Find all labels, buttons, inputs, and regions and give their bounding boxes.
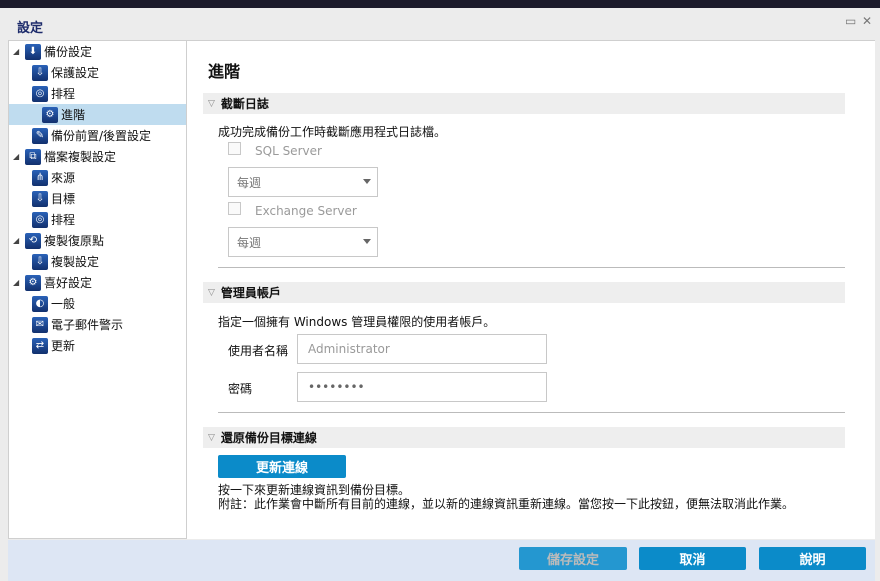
expand-toggle-icon[interactable]: ◢ (13, 278, 25, 287)
expand-toggle-icon[interactable]: ◢ (13, 236, 25, 245)
sidebar-item[interactable]: ⇩ 保護設定 (32, 62, 99, 83)
divider (218, 267, 845, 268)
sql-server-checkbox[interactable] (228, 142, 241, 155)
footer: 儲存設定 取消 說明 (8, 540, 875, 581)
sidebar-item[interactable]: ✉ 電子郵件警示 (32, 314, 123, 335)
tree-item-icon: ⟲ (25, 232, 41, 249)
sidebar-item-label: 複製設定 (51, 255, 100, 269)
tree-item-icon: ⇩ (32, 253, 48, 270)
section-header: 還原備份目標連線 (220, 431, 317, 445)
expand-toggle-icon[interactable]: ◢ (13, 47, 25, 56)
section-header: 截斷日誌 (220, 97, 269, 111)
sidebar-item-label: 保護設定 (51, 66, 100, 80)
sidebar-item-label: 更新 (51, 339, 76, 353)
sidebar-item-label: 備份設定 (44, 45, 93, 59)
exchange-frequency-select[interactable]: 每週 (228, 227, 378, 257)
cancel-button[interactable]: 取消 (639, 547, 746, 570)
tree-item-icon: ◎ (32, 211, 48, 228)
tree-item-icon: ⚙ (25, 274, 41, 291)
tree-item-icon: ⋔ (32, 169, 48, 186)
select-value: 每週 (237, 175, 262, 190)
sidebar-item[interactable]: ◎ 排程 (32, 83, 75, 104)
exchange-server-label: Exchange Server (255, 204, 357, 218)
sidebar-item-label: 電子郵件警示 (51, 318, 124, 332)
sidebar-item[interactable]: ◎ 排程 (32, 209, 75, 230)
sidebar-item[interactable]: ✎ 備份前置/後置設定 (32, 125, 151, 146)
page-title: 進階 (208, 62, 241, 81)
password-label: 密碼 (228, 382, 253, 396)
tree-item-icon: ✉ (32, 316, 48, 333)
tree-item-icon: ◎ (32, 85, 48, 102)
section-admin-account[interactable]: ▽ 管理員帳戶 (203, 282, 845, 303)
sql-frequency-select[interactable]: 每週 (228, 167, 378, 197)
section-restore-connection[interactable]: ▽ 還原備份目標連線 (203, 427, 845, 448)
sidebar-item[interactable]: ⋔ 來源 (32, 167, 75, 188)
tree-item-icon: ✎ (32, 127, 48, 144)
tree-item-icon: ⧉ (25, 148, 41, 165)
tree-item-icon: ◐ (32, 295, 48, 312)
password-input[interactable]: •••••••• (297, 372, 547, 402)
chevron-down-icon (363, 239, 371, 244)
truncate-description: 成功完成備份工作時截斷應用程式日誌檔。 (218, 125, 447, 139)
collapse-icon: ▽ (208, 287, 215, 298)
sidebar-item[interactable]: ⇩ 複製設定 (32, 251, 99, 272)
username-label: 使用者名稱 (228, 344, 289, 358)
sidebar-item-label: 排程 (51, 87, 76, 101)
expand-toggle-icon[interactable]: ◢ (13, 152, 25, 161)
admin-description: 指定一個擁有 Windows 管理員權限的使用者帳戶。 (218, 315, 496, 329)
sidebar-item-label: 備份前置/後置設定 (51, 129, 152, 143)
sidebar-item-label: 一般 (51, 297, 76, 311)
section-header: 管理員帳戶 (220, 286, 281, 300)
chevron-down-icon (363, 179, 371, 184)
sidebar-item[interactable]: ◢ ⚙ 喜好設定 (13, 272, 92, 293)
update-connection-button[interactable]: 更新連線 (218, 455, 346, 478)
tree-item-icon: ⬇ (25, 43, 41, 60)
sidebar-item[interactable]: ◐ 一般 (32, 293, 75, 314)
divider (218, 412, 845, 413)
sidebar-item[interactable]: ⇩ 目標 (32, 188, 75, 209)
save-settings-button[interactable]: 儲存設定 (519, 547, 627, 570)
sidebar-item-label: 目標 (51, 192, 76, 206)
sidebar-item-label: 檔案複製設定 (44, 150, 117, 164)
collapse-icon: ▽ (208, 98, 215, 109)
sidebar-item-label: 排程 (51, 213, 76, 227)
sidebar-item-label: 喜好設定 (44, 276, 93, 290)
top-bar (0, 0, 880, 8)
sidebar-item[interactable]: ◢ ⬇ 備份設定 (13, 41, 92, 62)
username-input[interactable]: Administrator (297, 334, 547, 364)
main-panel: 進階 ▽ 截斷日誌 成功完成備份工作時截斷應用程式日誌檔。 SQL Server … (187, 40, 875, 539)
sidebar-item[interactable]: ◢ ⟲ 複製復原點 (13, 230, 104, 251)
select-value: 每週 (237, 235, 262, 250)
settings-tree: ◢ ⬇ 備份設定 ⇩ 保護設定 ◎ 排程 ⚙ 進階 ✎ 備份前置/後置設定 ◢ ⧉ 檔案複製設定 ⋔ 來源 ⇩ 目… (8, 40, 187, 539)
restore-icon[interactable]: ▭ (845, 14, 856, 28)
tree-item-icon: ⇩ (32, 190, 48, 207)
exchange-server-checkbox[interactable] (228, 202, 241, 215)
sidebar-item-label: 複製復原點 (44, 234, 105, 248)
close-icon[interactable]: ✕ (862, 14, 872, 28)
sidebar-item[interactable]: ◢ ⧉ 檔案複製設定 (13, 146, 116, 167)
sidebar-item[interactable]: ⇄ 更新 (32, 335, 75, 356)
tree-item-icon: ⇩ (32, 64, 48, 81)
sidebar-item-label: 來源 (51, 171, 76, 185)
sidebar-item-label: 進階 (61, 108, 86, 122)
section-truncate-logs[interactable]: ▽ 截斷日誌 (203, 93, 845, 114)
window-title: 設定 (17, 21, 44, 36)
sql-server-label: SQL Server (255, 144, 322, 158)
tree-item-icon: ⇄ (32, 337, 48, 354)
sidebar-item[interactable]: ⚙ 進階 (9, 104, 186, 125)
collapse-icon: ▽ (208, 432, 215, 443)
tree-item-icon: ⚙ (42, 106, 58, 123)
restore-note: 附註：此作業會中斷所有目前的連線，並以新的連線資訊重新連線。當您按一下此按鈕，便… (218, 497, 795, 511)
help-button[interactable]: 說明 (759, 547, 866, 570)
